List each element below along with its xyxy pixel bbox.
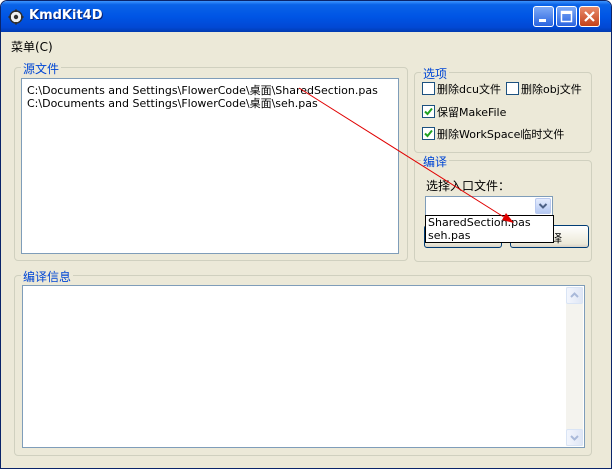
- compile-info-textarea[interactable]: [22, 285, 585, 448]
- chevron-down-icon: [538, 203, 548, 209]
- checkmark-icon: [424, 107, 433, 116]
- maximize-icon: [560, 10, 573, 23]
- close-button[interactable]: [579, 6, 600, 27]
- dropdown-option[interactable]: SharedSection.pas: [428, 216, 531, 229]
- close-icon: [584, 11, 595, 22]
- maximize-button[interactable]: [556, 6, 577, 27]
- list-item[interactable]: C:\Documents and Settings\FlowerCode\桌面\…: [27, 95, 318, 111]
- delete-obj-checkbox[interactable]: [506, 82, 519, 95]
- window-title: KmdKit4D: [29, 8, 103, 23]
- menu-bar: 菜单(C): [1, 32, 611, 54]
- source-files-title: 源文件: [21, 60, 62, 77]
- minimize-icon: [539, 19, 546, 22]
- dropdown-option[interactable]: seh.pas: [428, 229, 470, 242]
- title-bar[interactable]: KmdKit4D: [1, 1, 611, 32]
- options-title: 选项: [421, 65, 450, 82]
- compile-info-title: 编译信息: [21, 268, 74, 285]
- delete-workspace-checkbox[interactable]: [422, 127, 435, 140]
- scroll-down-button[interactable]: [566, 429, 583, 446]
- vertical-scrollbar[interactable]: [566, 287, 583, 446]
- main-window: KmdKit4D 菜单(C) 源文件 C:\Documents and Sett…: [0, 0, 612, 469]
- delete-dcu-label: 删除dcu文件: [437, 83, 502, 96]
- keep-makefile-label: 保留MakeFile: [437, 106, 507, 119]
- menu-item-main[interactable]: 菜单(C): [11, 38, 53, 55]
- scroll-down-arrow-icon: [570, 435, 579, 441]
- compile-title: 编译: [421, 153, 450, 170]
- entry-file-label: 选择入口文件：: [426, 179, 511, 193]
- source-file-list[interactable]: C:\Documents and Settings\FlowerCode\桌面\…: [21, 78, 399, 254]
- combo-dropdown-button[interactable]: [535, 198, 551, 214]
- entry-file-dropdown-list[interactable]: SharedSection.pas seh.pas: [425, 215, 554, 243]
- scroll-up-button[interactable]: [566, 287, 583, 304]
- minimize-button[interactable]: [533, 6, 554, 27]
- delete-dcu-checkbox[interactable]: [422, 82, 435, 95]
- gear-icon: [8, 9, 24, 25]
- checkmark-icon: [424, 129, 433, 138]
- entry-file-combobox[interactable]: [425, 196, 553, 216]
- keep-makefile-checkbox[interactable]: [422, 105, 435, 118]
- scroll-up-arrow-icon: [570, 292, 579, 298]
- delete-obj-label: 删除obj文件: [521, 83, 582, 96]
- delete-workspace-label: 删除WorkSpace临时文件: [437, 128, 565, 141]
